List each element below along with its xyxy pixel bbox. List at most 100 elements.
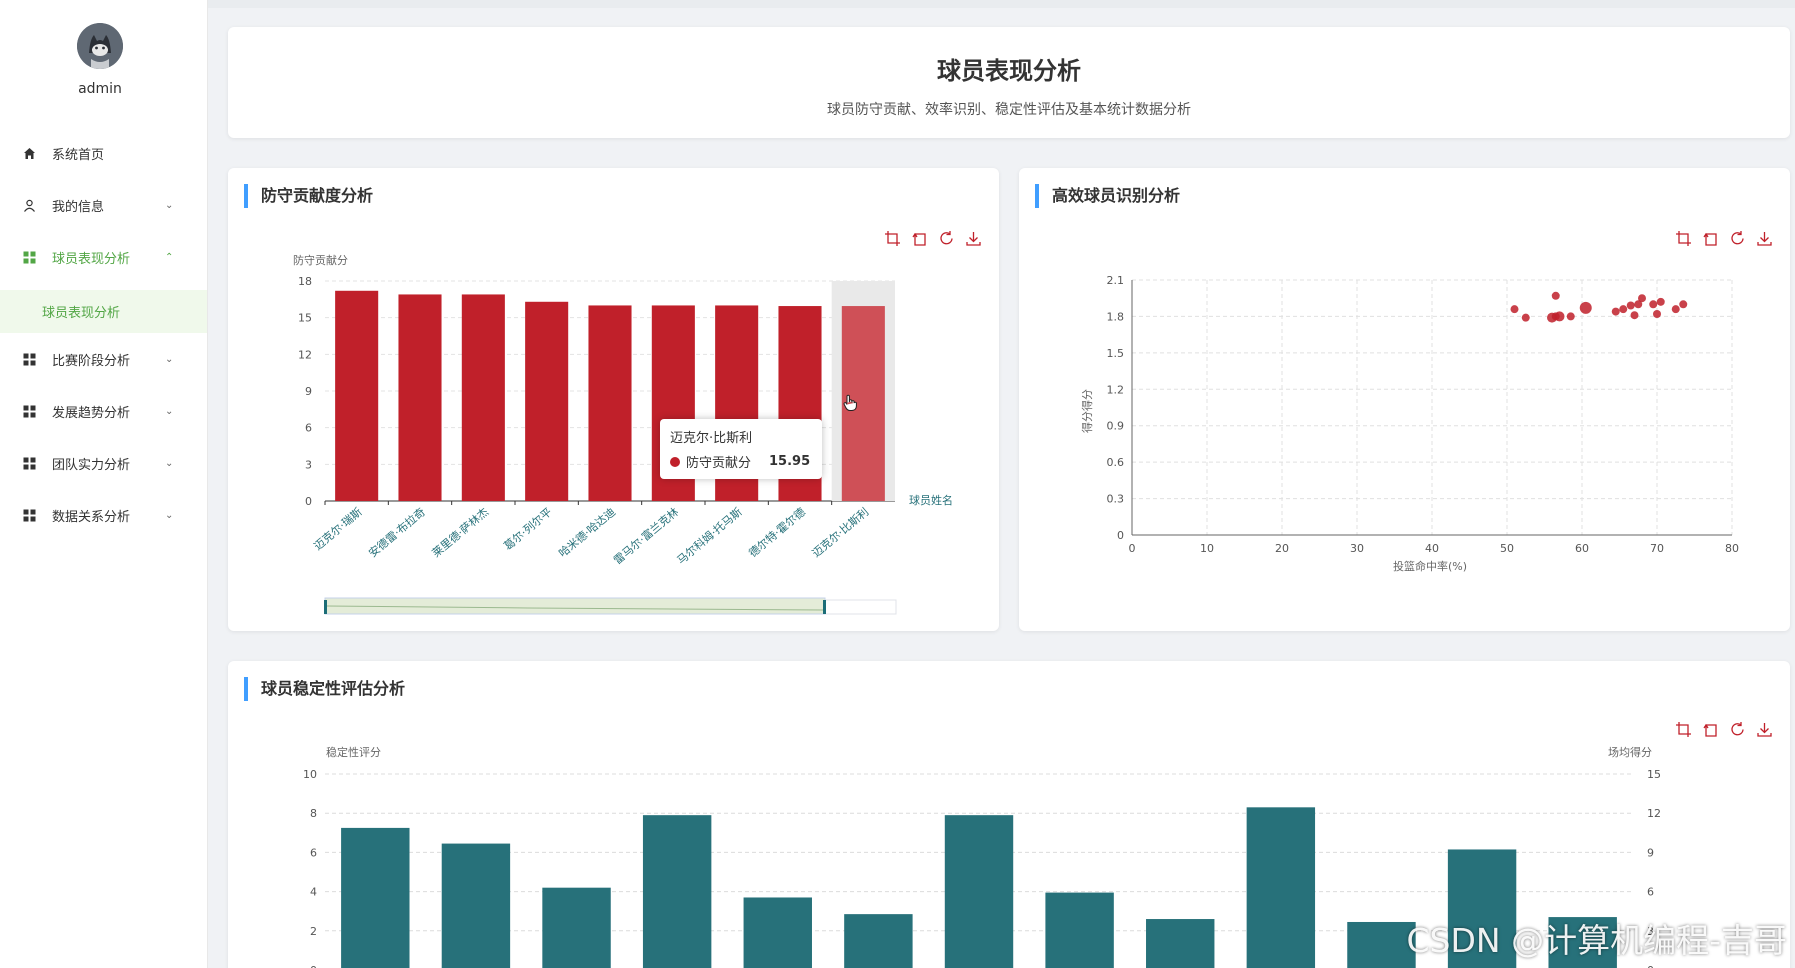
scatter-point[interactable] bbox=[1626, 301, 1635, 310]
scatter-point[interactable] bbox=[1671, 305, 1680, 314]
tooltip-value: 15.95 bbox=[769, 454, 811, 469]
menu-label: 我的信息 bbox=[52, 199, 105, 215]
y-axis-name: 得分得分 bbox=[1081, 389, 1094, 433]
y-tick-label: 15 bbox=[298, 312, 312, 325]
x-tick-label: 50 bbox=[1500, 542, 1514, 555]
menu-label: 系统首页 bbox=[52, 147, 105, 163]
username: admin bbox=[78, 81, 122, 97]
bar[interactable] bbox=[743, 897, 812, 968]
menu-item-match-stage[interactable]: 比赛阶段分析 ⌄ bbox=[0, 336, 207, 382]
avatar[interactable] bbox=[77, 23, 123, 69]
scatter-point[interactable] bbox=[1611, 307, 1620, 316]
chevron-down-icon: ⌄ bbox=[165, 509, 174, 521]
scatter-point[interactable] bbox=[1554, 311, 1565, 322]
y-tick-label: 0 bbox=[310, 964, 317, 968]
scatter-point[interactable] bbox=[1510, 305, 1519, 314]
x-tick-label: 哈米德·哈达迪 bbox=[556, 505, 618, 560]
bar[interactable] bbox=[525, 301, 569, 501]
y-tick-label: 0.3 bbox=[1107, 493, 1125, 506]
y2-tick-label: 12 bbox=[1647, 807, 1661, 820]
x-axis-name: 投篮命中率(%) bbox=[1393, 559, 1467, 573]
y-tick-label: 2.1 bbox=[1107, 274, 1125, 287]
scatter-point[interactable] bbox=[1579, 301, 1592, 314]
scatter-point[interactable] bbox=[1679, 300, 1688, 309]
efficiency-chart: 投篮命中率(%) 得分得分 0 0.3 0.6 0.9 1.2 1.5 1.8 2.1 0 10 2… bbox=[1081, 274, 1739, 573]
y2-tick-label: 0 bbox=[1647, 964, 1654, 968]
x-tick-label: 30 bbox=[1350, 542, 1364, 555]
data-zoom-selected[interactable] bbox=[324, 597, 826, 615]
bar[interactable] bbox=[461, 294, 505, 501]
scatter-point[interactable] bbox=[1649, 300, 1658, 309]
x-tick-label: 安德雷·布拉奇 bbox=[366, 505, 428, 560]
y-axis-name: 稳定性评分 bbox=[326, 745, 381, 759]
scatter-point[interactable] bbox=[1566, 312, 1575, 321]
bar[interactable] bbox=[542, 887, 611, 968]
bar[interactable] bbox=[335, 290, 379, 501]
y-tick-label: 1.8 bbox=[1107, 310, 1125, 323]
scatter-point[interactable] bbox=[1638, 294, 1646, 303]
y-tick-label: 9 bbox=[305, 385, 312, 398]
menu-label: 比赛阶段分析 bbox=[52, 353, 131, 369]
tooltip-series: 防守贡献分 bbox=[686, 456, 752, 471]
page-subtitle: 球员防守贡献、效率识别、稳定性评估及基本统计数据分析 bbox=[827, 102, 1191, 118]
y-tick-label: 0.9 bbox=[1107, 420, 1125, 433]
data-zoom-handle-left[interactable] bbox=[324, 600, 327, 614]
scatter-point[interactable] bbox=[1630, 311, 1639, 320]
y2-tick-label: 15 bbox=[1647, 768, 1661, 781]
scatter-point[interactable] bbox=[1521, 313, 1530, 322]
x-axis-name: 球员姓名 bbox=[909, 493, 953, 507]
home-icon bbox=[22, 146, 36, 160]
y-tick-label: 0 bbox=[1117, 529, 1124, 542]
y2-tick-label: 6 bbox=[1647, 886, 1654, 899]
y-tick-label: 18 bbox=[298, 275, 312, 288]
x-tick-label: 40 bbox=[1425, 542, 1439, 555]
bar[interactable] bbox=[944, 815, 1014, 968]
menu-item-team-strength[interactable]: 团队实力分析 ⌄ bbox=[0, 440, 207, 486]
scatter-point[interactable] bbox=[1551, 291, 1560, 300]
bar[interactable] bbox=[341, 827, 410, 968]
y-tick-label: 1.5 bbox=[1107, 347, 1125, 360]
menu-item-data-relation[interactable]: 数据关系分析 ⌄ bbox=[0, 492, 207, 538]
menu-item-trend[interactable]: 发展趋势分析 ⌄ bbox=[0, 388, 207, 434]
chevron-down-icon: ⌄ bbox=[165, 457, 174, 469]
series-dot-icon bbox=[670, 456, 680, 467]
y-tick-label: 3 bbox=[305, 458, 312, 471]
menu-item-my-info[interactable]: 我的信息 ⌄ bbox=[0, 182, 207, 228]
x-tick-label: 70 bbox=[1650, 542, 1664, 555]
page-title: 球员表现分析 bbox=[937, 57, 1081, 85]
chevron-down-icon: ⌄ bbox=[165, 199, 174, 211]
menu-label: 团队实力分析 bbox=[52, 457, 131, 473]
bar[interactable] bbox=[398, 294, 442, 501]
menu-item-player-performance[interactable]: 球员表现分析 ⌃ bbox=[0, 234, 207, 280]
chevron-up-icon: ⌃ bbox=[165, 251, 174, 263]
data-zoom-handle-right[interactable] bbox=[823, 600, 826, 614]
scatter-point[interactable] bbox=[1656, 297, 1665, 306]
bar[interactable] bbox=[588, 305, 632, 501]
bar[interactable] bbox=[844, 914, 913, 968]
bar[interactable] bbox=[1045, 892, 1114, 968]
bar[interactable] bbox=[1347, 921, 1416, 968]
y-tick-label: 12 bbox=[298, 348, 312, 361]
y-tick-label: 0.6 bbox=[1107, 456, 1125, 469]
topbar bbox=[208, 0, 1795, 8]
grid-icon bbox=[22, 250, 36, 264]
bar[interactable] bbox=[1146, 919, 1215, 968]
y-tick-label: 6 bbox=[305, 422, 312, 435]
menu-item-home[interactable]: 系统首页 bbox=[0, 130, 207, 176]
x-tick-label: 20 bbox=[1275, 542, 1289, 555]
x-tick-label: 马尔科姆·托马斯 bbox=[674, 505, 745, 567]
scatter-point[interactable] bbox=[1653, 310, 1661, 318]
bar[interactable] bbox=[441, 843, 511, 968]
grid-icon bbox=[22, 456, 36, 470]
y2-axis-name: 场均得分 bbox=[1608, 745, 1652, 759]
efficiency-card: 高效球员识别分析 投篮命中率(%) 得分得分 0 0.3 0.6 0.9 1.2 1.5 1… bbox=[1019, 168, 1790, 631]
bar[interactable] bbox=[1246, 807, 1316, 968]
x-tick-label: 迈克尔·比斯利 bbox=[810, 505, 872, 560]
chart-tooltip: 迈克尔·比斯利 防守贡献分 15.95 bbox=[660, 419, 822, 479]
submenu-item-player-performance[interactable]: 球员表现分析 bbox=[0, 290, 207, 333]
defense-chart: 防守贡献分 球员姓名 0 3 6 9 12 15 18 迈克尔·瑞斯 安德雷·布拉奇 莱里德·萨… bbox=[293, 253, 953, 615]
bar[interactable] bbox=[642, 815, 712, 968]
x-tick-label: 60 bbox=[1575, 542, 1589, 555]
scatter-point[interactable] bbox=[1619, 305, 1628, 314]
x-tick-label: 10 bbox=[1200, 542, 1214, 555]
